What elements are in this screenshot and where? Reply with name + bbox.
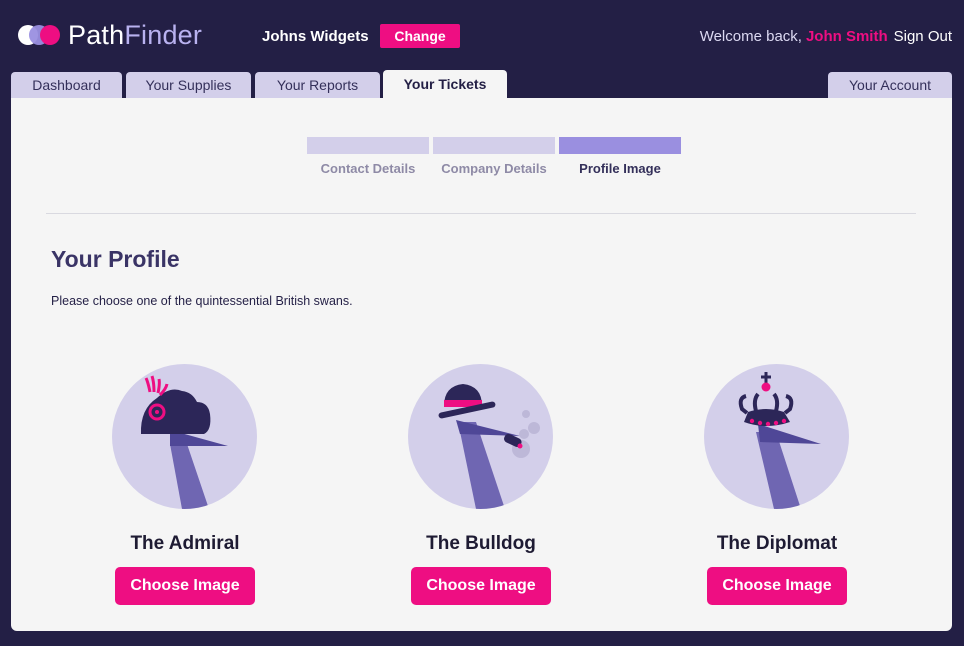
logo-text-path: Path (68, 20, 125, 50)
welcome-message: Welcome back, John Smith Sign Out (700, 28, 952, 45)
tab-your-account[interactable]: Your Account (828, 72, 952, 98)
logo-text: PathFinder (68, 20, 202, 50)
diplomat-swan-icon (704, 364, 849, 509)
change-company-button[interactable]: Change (380, 24, 460, 48)
choose-image-button-admiral[interactable]: Choose Image (115, 567, 255, 605)
company-name: Johns Widgets (262, 28, 369, 45)
tab-your-tickets[interactable]: Your Tickets (383, 70, 507, 98)
choose-image-button-bulldog[interactable]: Choose Image (411, 567, 551, 605)
user-name-link[interactable]: John Smith (806, 28, 888, 45)
swan-name-bulldog: The Bulldog (426, 533, 536, 554)
swan-name-diplomat: The Diplomat (716, 533, 838, 554)
pathfinder-logo[interactable]: PathFinder (18, 20, 202, 50)
choose-image-button-diplomat[interactable]: Choose Image (707, 567, 847, 605)
step-bar-profile-image (559, 137, 681, 154)
page-subtitle: Please choose one of the quintessential … (51, 294, 353, 308)
swan-name-admiral: The Admiral (130, 533, 240, 554)
step-bar-contact-details (307, 137, 429, 154)
step-label-profile-image: Profile Image (579, 161, 661, 176)
step-label-contact-details[interactable]: Contact Details (307, 161, 429, 176)
tab-your-supplies[interactable]: Your Supplies (126, 72, 251, 98)
step-label-company-details[interactable]: Company Details (433, 161, 555, 176)
sign-out-link[interactable]: Sign Out (894, 28, 952, 45)
step-bar-company-details (433, 137, 555, 154)
welcome-text: Welcome back, (699, 28, 802, 45)
tab-your-reports[interactable]: Your Reports (255, 72, 380, 98)
page-title: Your Profile (51, 246, 180, 272)
tab-dashboard[interactable]: Dashboard (11, 72, 122, 98)
logo-dots-icon (18, 23, 62, 47)
divider (46, 213, 916, 214)
bulldog-swan-icon (408, 364, 553, 509)
admiral-swan-icon (112, 364, 257, 509)
main-panel: Contact Details Company Details Profile … (11, 98, 952, 631)
logo-text-finder: Finder (124, 20, 203, 50)
